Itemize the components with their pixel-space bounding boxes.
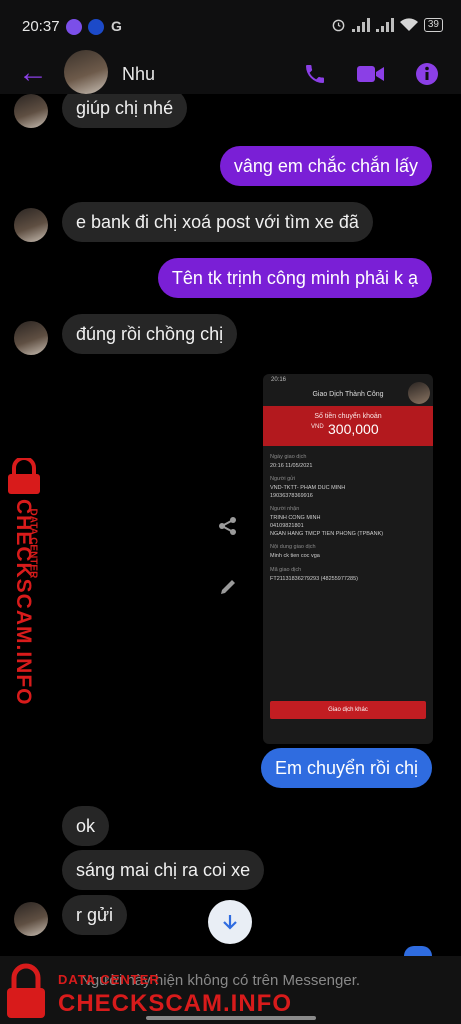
sender-avatar	[14, 208, 48, 242]
message-list[interactable]: giúp chị nhé vâng em chắc chắn lấy e ban…	[0, 94, 461, 1024]
receiver-account: 04109821801	[270, 523, 304, 529]
sender-avatar	[14, 902, 48, 936]
lock-icon	[7, 963, 45, 1018]
chat-header: ← Nhu	[0, 50, 461, 94]
content-value: Minh ck tien coc vga	[270, 553, 320, 559]
transfer-receipt-image[interactable]: 20:16 Giao Dịch Thành Công Số tiền chuyể…	[263, 374, 433, 744]
message-incoming[interactable]: e bank đi chị xoá post với tìm xe đã	[62, 202, 373, 242]
receiver-bank: NGAN HANG TMCP TIEN PHONG (TPBANK)	[270, 531, 384, 537]
alarm-icon	[332, 19, 345, 32]
home-indicator[interactable]	[146, 1016, 316, 1020]
watermark-text: CHECKSCAM.INFO	[58, 990, 292, 1017]
signal-icon	[351, 17, 370, 32]
receipt-amount-panel: Số tiền chuyển khoản VND 300,000	[263, 406, 433, 446]
message-incoming[interactable]: sáng mai chị ra coi xe	[62, 850, 265, 890]
receiver-label: Người nhận	[270, 506, 300, 512]
info-icon[interactable]	[413, 60, 441, 88]
watermark-subtitle: DATA CENTER	[58, 972, 160, 987]
message-incoming[interactable]: r gửi	[62, 895, 128, 935]
message-outgoing[interactable]: vâng em chắc chắn lấy	[219, 146, 432, 186]
app-icon	[88, 19, 104, 35]
signal-icon-2	[375, 17, 394, 32]
status-right: 39	[331, 17, 443, 32]
share-icon[interactable]	[218, 516, 238, 541]
contact-name[interactable]: Nhu	[122, 64, 155, 85]
receipt-status-time: 20:16	[271, 377, 287, 383]
code-value: FT21131836279293 (48255977285)	[270, 576, 358, 582]
wifi-icon	[399, 17, 418, 31]
messenger-icon	[66, 19, 82, 35]
message-outgoing[interactable]: Tên tk trịnh công minh phải k ạ	[157, 258, 432, 298]
back-arrow-icon[interactable]: ←	[18, 58, 48, 88]
arrow-down-icon	[223, 915, 237, 930]
content-label: Nội dung giao dịch	[270, 544, 316, 550]
sender-name: VND-TKTT- PHAM DUC MINH	[270, 485, 346, 491]
contact-avatar[interactable]	[64, 50, 108, 94]
date-value: 20:16 11/05/2021	[270, 463, 313, 469]
message-incoming[interactable]: ok	[62, 806, 110, 846]
watermark-vertical: DATA CENTER CHECKSCAM.INFO	[0, 458, 56, 706]
amount-value: 300,000	[328, 421, 379, 437]
message-incoming[interactable]: đúng rồi chồng chị	[62, 314, 238, 354]
amount-currency: VND	[311, 424, 324, 430]
sender-account: 19036378369916	[270, 493, 313, 499]
video-call-icon[interactable]	[357, 60, 385, 88]
code-label: Mã giao dịch	[270, 567, 302, 573]
bottom-notice-bar: Người này hiện không có trên Messenger. …	[0, 956, 461, 1024]
sender-label: Người gửi	[270, 476, 296, 482]
scroll-down-button[interactable]	[208, 900, 252, 944]
receiver-name: TRINH CONG MINH	[270, 515, 321, 521]
status-bar: 20:37 G 39	[0, 0, 461, 54]
other-transaction-button: Giao dịch khác	[270, 701, 426, 719]
message-outgoing[interactable]: Em chuyển rồi chị	[260, 748, 432, 788]
sender-avatar	[14, 94, 48, 128]
sender-avatar	[14, 321, 48, 355]
receipt-avatar	[408, 382, 430, 404]
watermark-text: CHECKSCAM.INFO	[12, 499, 35, 706]
edit-pencil-icon[interactable]	[219, 578, 237, 601]
amount-label: Số tiền chuyển khoản	[314, 413, 382, 420]
google-icon: G	[111, 18, 122, 34]
lock-icon	[8, 458, 40, 494]
phone-call-icon[interactable]	[301, 60, 329, 88]
message-incoming[interactable]: giúp chị nhé	[62, 94, 188, 128]
status-time: 20:37	[22, 18, 60, 35]
date-label: Ngày giao dịch	[270, 454, 307, 460]
battery-icon: 39	[423, 17, 443, 32]
